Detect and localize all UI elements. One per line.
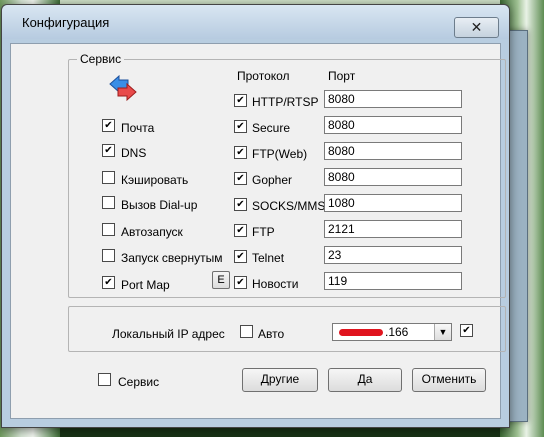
port-input[interactable]: 8080	[324, 116, 462, 134]
window-title: Конфигурация	[22, 15, 110, 30]
port-input[interactable]: 2121	[324, 220, 462, 238]
protocol-checkbox[interactable]: ✔	[234, 120, 247, 133]
ok-button[interactable]: Да	[328, 368, 402, 392]
service-checkbox[interactable]	[102, 171, 115, 184]
port-input[interactable]: 8080	[324, 90, 462, 108]
service-mode-label: Сервис	[118, 375, 160, 389]
service-label: Port Map	[121, 278, 170, 292]
redacted-ip-mark	[339, 329, 383, 336]
service-checkbox[interactable]: ✔	[102, 144, 115, 157]
protocol-checkbox[interactable]: ✔	[234, 276, 247, 289]
protocol-checkbox[interactable]: ✔	[234, 250, 247, 263]
network-arrows-icon	[109, 75, 137, 101]
chevron-down-icon[interactable]: ▼	[434, 324, 451, 340]
protocol-label: HTTP/RTSP	[252, 95, 319, 109]
service-checkbox[interactable]	[102, 196, 115, 209]
service-label: Кэшировать	[121, 173, 189, 187]
service-label: Запуск свернутым	[121, 251, 223, 265]
port-input[interactable]: 8080	[324, 168, 462, 186]
ip-address-select[interactable]: .166 ▼	[332, 323, 452, 341]
service-group-legend: Сервис	[77, 52, 125, 66]
protocol-checkbox[interactable]: ✔	[234, 94, 247, 107]
service-label: DNS	[121, 146, 147, 160]
auto-ip-label: Авто	[258, 327, 285, 341]
local-ip-label: Локальный IP адрес	[112, 327, 225, 341]
protocol-checkbox[interactable]: ✔	[234, 224, 247, 237]
protocol-header: Протокол	[237, 69, 290, 83]
port-input[interactable]: 119	[324, 272, 462, 290]
protocol-label: FTP	[252, 225, 275, 239]
service-mode-checkbox[interactable]	[98, 373, 111, 386]
ip-enable-checkbox[interactable]: ✔	[460, 324, 473, 337]
ip-address-value: .166	[385, 325, 409, 339]
port-map-edit-button[interactable]: E	[212, 271, 230, 289]
service-label: Автозапуск	[121, 225, 183, 239]
protocol-checkbox[interactable]: ✔	[234, 198, 247, 211]
service-label: Вызов Dial-up	[121, 198, 198, 212]
dialog-client-area: Сервис Протокол Порт ✔ Почта ✔ DNS Кэшироват…	[10, 43, 506, 419]
title-bar[interactable]: Конфигурация ✕	[2, 5, 509, 39]
protocol-label: Secure	[252, 121, 291, 135]
protocol-checkbox[interactable]: ✔	[234, 146, 247, 159]
other-button[interactable]: Другие	[242, 368, 318, 392]
port-input[interactable]: 23	[324, 246, 462, 264]
close-button[interactable]: ✕	[454, 17, 499, 38]
service-checkbox[interactable]	[102, 223, 115, 236]
protocol-checkbox[interactable]: ✔	[234, 172, 247, 185]
protocol-label: SOCKS/MMS	[252, 199, 326, 213]
cancel-button[interactable]: Отменить	[412, 368, 486, 392]
service-checkbox[interactable]	[102, 249, 115, 262]
config-dialog: Конфигурация ✕ Сервис Протокол Порт ✔ Поч…	[1, 4, 510, 428]
port-input[interactable]: 1080	[324, 194, 462, 212]
service-checkbox[interactable]: ✔	[102, 276, 115, 289]
auto-ip-checkbox[interactable]	[240, 325, 253, 338]
protocol-label: FTP(Web)	[252, 147, 308, 161]
close-icon: ✕	[470, 19, 483, 35]
service-label: Почта	[121, 121, 155, 135]
protocol-label: Новости	[252, 277, 299, 291]
port-header: Порт	[328, 69, 356, 83]
service-checkbox[interactable]: ✔	[102, 119, 115, 132]
protocol-label: Gopher	[252, 173, 293, 187]
protocol-label: Telnet	[252, 251, 285, 265]
port-input[interactable]: 8080	[324, 142, 462, 160]
